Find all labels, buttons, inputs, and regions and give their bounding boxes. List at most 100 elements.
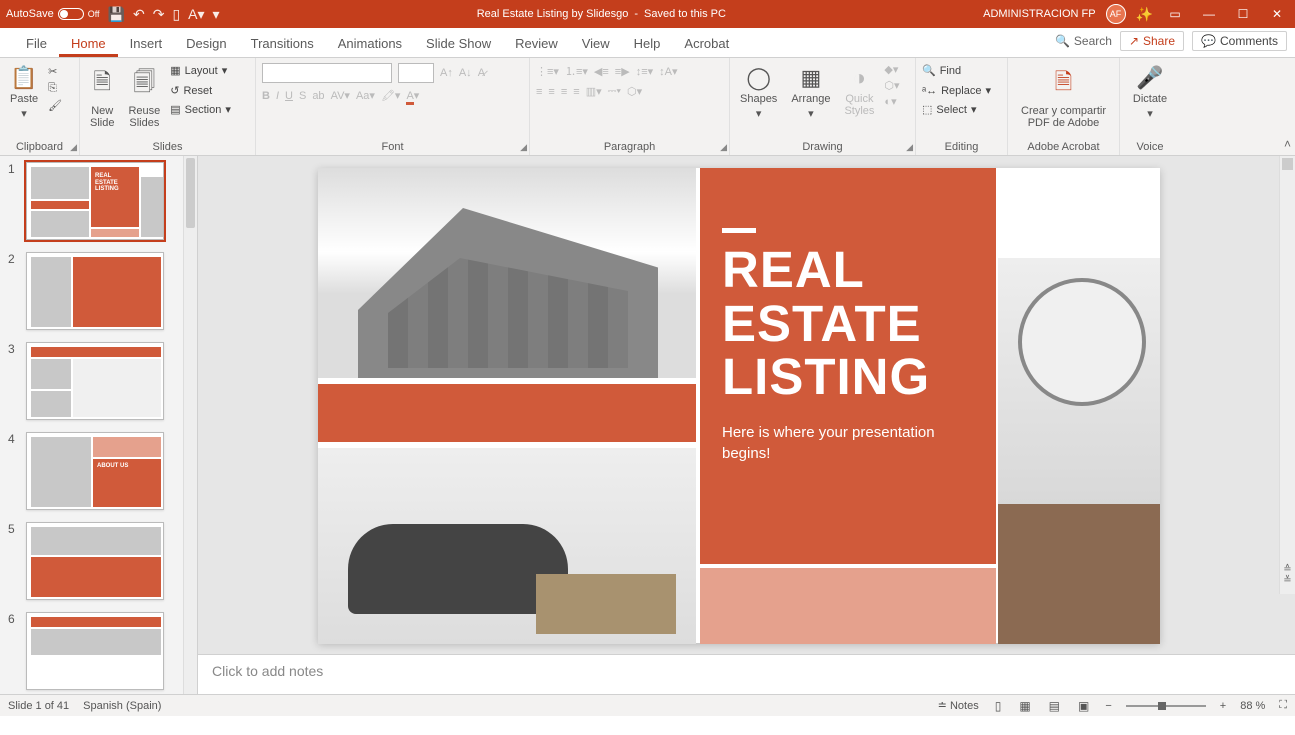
indent-increase-icon[interactable]: ≡▶ (615, 65, 630, 78)
align-left-icon[interactable]: ≡ (536, 86, 542, 98)
share-button[interactable]: ↗ Share (1120, 31, 1184, 51)
tab-design[interactable]: Design (174, 30, 238, 57)
zoom-in-icon[interactable]: + (1220, 700, 1226, 712)
zoom-level[interactable]: 88 % (1240, 700, 1265, 712)
reuse-slides-button[interactable]: 🗐 Reuse Slides (124, 63, 164, 131)
tab-file[interactable]: File (14, 30, 59, 57)
slide-counter[interactable]: Slide 1 of 41 (8, 700, 69, 712)
thumbnail-5[interactable]: 5 (0, 516, 197, 606)
find-button[interactable]: 🔍Find (922, 63, 961, 81)
text-direction-icon[interactable]: ↕A▾ (659, 65, 677, 78)
tab-home[interactable]: Home (59, 30, 118, 57)
bold-icon[interactable]: B (262, 90, 270, 102)
slide-title-block[interactable]: REAL ESTATE LISTING Here is where your p… (700, 168, 996, 564)
dictate-button[interactable]: 🎤 Dictate▾ (1129, 63, 1171, 122)
autosave-toggle[interactable]: AutoSave Off (6, 8, 100, 20)
italic-icon[interactable]: I (276, 90, 279, 102)
quick-styles-button[interactable]: ◑ Quick Styles (840, 63, 878, 119)
close-icon[interactable]: ✕ (1265, 7, 1289, 21)
tab-view[interactable]: View (570, 30, 622, 57)
reset-button[interactable]: ↺Reset (170, 83, 231, 101)
tab-animations[interactable]: Animations (326, 30, 414, 57)
tab-transitions[interactable]: Transitions (239, 30, 326, 57)
numbering-icon[interactable]: ⒈≡▾ (565, 63, 588, 79)
format-painter-icon[interactable]: 🖌 (48, 99, 62, 112)
shape-effects-icon[interactable]: ◐▾ (884, 95, 899, 108)
sorter-view-icon[interactable]: ▦ (1017, 699, 1032, 713)
thumbnail-6[interactable]: 6 (0, 606, 197, 694)
highlight-icon[interactable]: 🖍▾ (381, 89, 401, 102)
maximize-icon[interactable]: ☐ (1231, 7, 1255, 21)
shadow-icon[interactable]: ab (312, 90, 324, 102)
select-button[interactable]: ⬚Select▾ (922, 102, 977, 120)
drawing-launcher-icon[interactable]: ◢ (906, 142, 913, 153)
char-spacing-icon[interactable]: AV▾ (331, 89, 350, 102)
replace-button[interactable]: ᵃ↔Replace▾ (922, 83, 991, 101)
font-dropdown-icon[interactable]: A▾ (188, 6, 204, 23)
clipboard-launcher-icon[interactable]: ◢ (70, 142, 77, 153)
redo-icon[interactable]: ↷ (153, 6, 165, 23)
slideshow-view-icon[interactable]: ▣ (1076, 699, 1091, 713)
minimize-icon[interactable]: — (1197, 7, 1221, 21)
canvas-scrollbar[interactable]: ≙ ≚ (1279, 156, 1295, 594)
tab-acrobat[interactable]: Acrobat (672, 30, 741, 57)
smartart-icon[interactable]: ⬡▾ (627, 85, 642, 98)
paragraph-launcher-icon[interactable]: ◢ (720, 142, 727, 153)
zoom-out-icon[interactable]: − (1105, 700, 1111, 712)
user-avatar[interactable]: AF (1106, 4, 1126, 24)
tab-slideshow[interactable]: Slide Show (414, 30, 503, 57)
columns-icon[interactable]: ▥▾ (586, 85, 602, 98)
next-slide-icon[interactable]: ≚ (1283, 575, 1291, 586)
shape-outline-icon[interactable]: ⬡▾ (884, 79, 899, 92)
indent-decrease-icon[interactable]: ◀≡ (594, 65, 609, 78)
create-pdf-button[interactable]: 🗎 Crear y compartir PDF de Adobe (1017, 63, 1110, 131)
increase-font-icon[interactable]: A↑ (440, 67, 453, 79)
bullets-icon[interactable]: ⋮≡▾ (536, 65, 559, 78)
decrease-font-icon[interactable]: A↓ (459, 67, 472, 79)
clear-format-icon[interactable]: A̷ (478, 67, 485, 79)
align-center-icon[interactable]: ≡ (548, 86, 554, 98)
thumbnail-2[interactable]: 2 (0, 246, 197, 336)
cut-icon[interactable]: ✂ (48, 65, 62, 78)
align-right-icon[interactable]: ≡ (561, 86, 567, 98)
ribbon-display-icon[interactable]: ▭ (1163, 7, 1187, 21)
tab-help[interactable]: Help (622, 30, 673, 57)
normal-view-icon[interactable]: ▯ (993, 699, 1004, 713)
section-button[interactable]: ▤Section▾ (170, 102, 231, 120)
paste-button[interactable]: 📋 Paste ▾ (6, 63, 42, 122)
save-icon[interactable]: 💾 (108, 6, 125, 23)
underline-icon[interactable]: U (285, 90, 293, 102)
font-launcher-icon[interactable]: ◢ (520, 142, 527, 153)
thumbnail-4[interactable]: 4 ABOUT US (0, 426, 197, 516)
thumbnails-scrollbar[interactable] (183, 156, 197, 694)
line-spacing-icon[interactable]: ↕≡▾ (636, 65, 653, 78)
prev-slide-icon[interactable]: ≙ (1283, 564, 1291, 575)
change-case-icon[interactable]: Aa▾ (356, 89, 375, 102)
slide-canvas[interactable]: REAL ESTATE LISTING Here is where your p… (198, 156, 1295, 654)
layout-button[interactable]: ▦Layout▾ (170, 63, 231, 81)
font-color-icon[interactable]: A▾ (406, 89, 419, 102)
slideshow-start-icon[interactable]: ▯ (172, 6, 180, 23)
arrange-button[interactable]: ▦ Arrange▾ (787, 63, 834, 122)
current-slide[interactable]: REAL ESTATE LISTING Here is where your p… (318, 168, 1160, 643)
justify-icon[interactable]: ≡ (573, 86, 579, 98)
undo-icon[interactable]: ↶ (133, 6, 145, 23)
zoom-slider[interactable] (1126, 705, 1206, 707)
comments-button[interactable]: 💬 Comments (1192, 31, 1287, 51)
search-box[interactable]: 🔍 Search (1055, 34, 1112, 48)
reading-view-icon[interactable]: ▤ (1047, 699, 1062, 713)
coming-soon-icon[interactable]: ✨ (1136, 6, 1153, 23)
collapse-ribbon-icon[interactable]: ˄ (1284, 137, 1291, 151)
thumbnail-3[interactable]: 3 (0, 336, 197, 426)
thumbnail-1[interactable]: 1 REALESTATELISTING (0, 156, 197, 246)
new-slide-button[interactable]: 🗎 New Slide (86, 63, 118, 131)
language-status[interactable]: Spanish (Spain) (83, 700, 161, 712)
shape-fill-icon[interactable]: ◆▾ (884, 63, 899, 76)
notes-pane[interactable]: Click to add notes (198, 654, 1295, 694)
copy-icon[interactable]: ⎘ (48, 82, 62, 95)
tab-review[interactable]: Review (503, 30, 570, 57)
tab-insert[interactable]: Insert (118, 30, 175, 57)
font-size-input[interactable] (398, 63, 434, 83)
shapes-button[interactable]: ◯ Shapes▾ (736, 63, 781, 122)
qat-customize-icon[interactable]: ▾ (213, 6, 220, 23)
